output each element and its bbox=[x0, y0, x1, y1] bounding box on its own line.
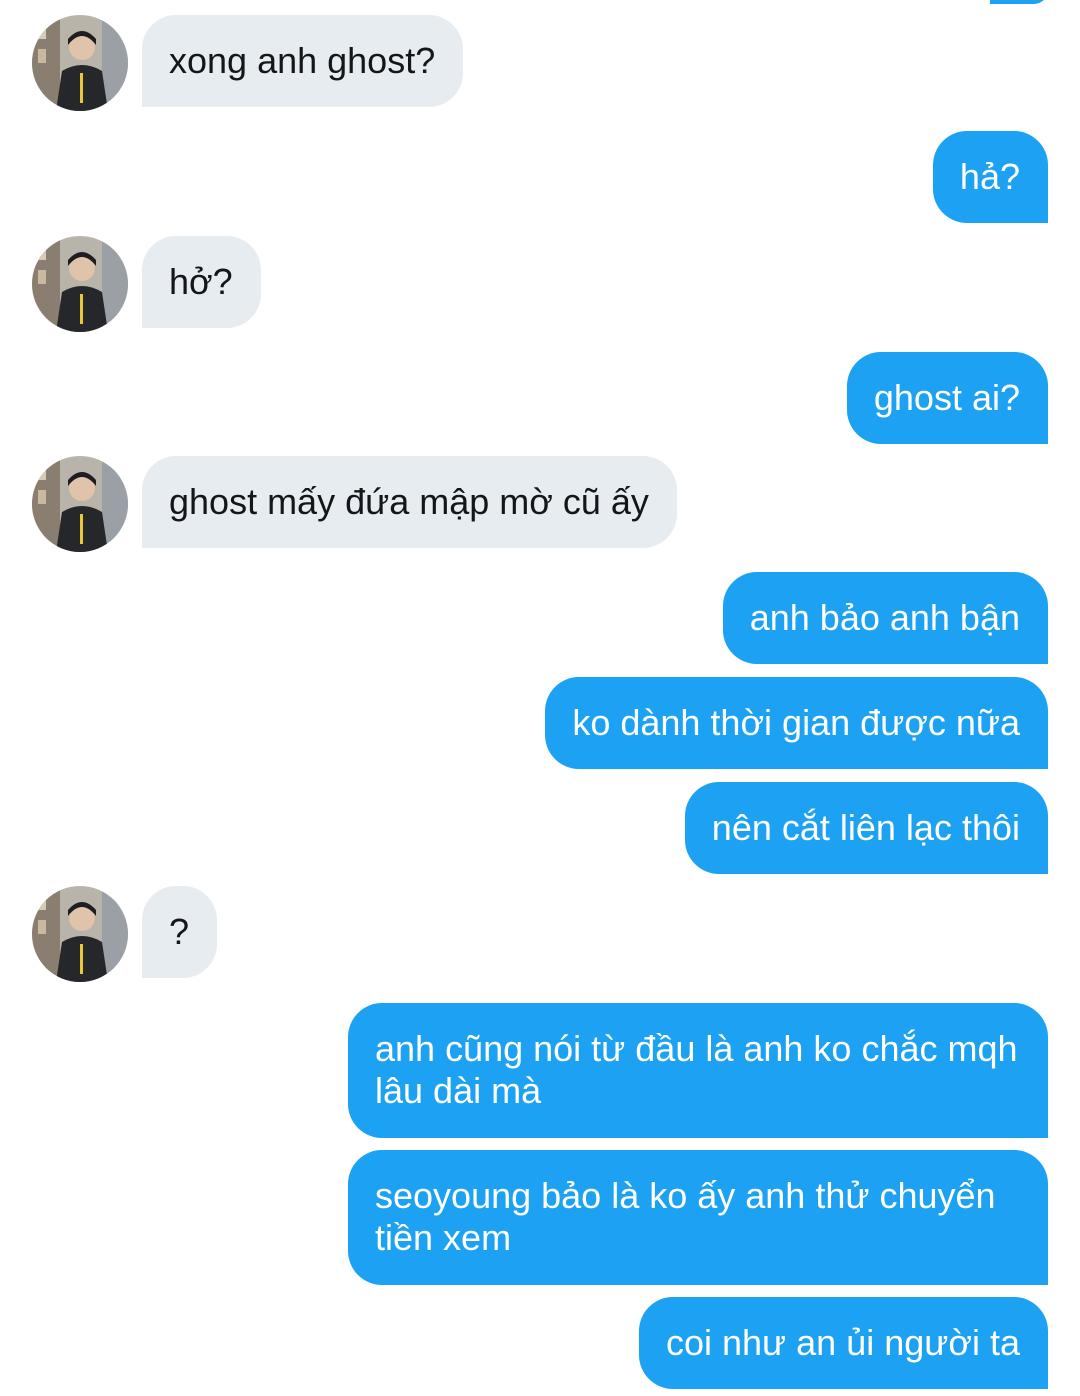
contact-avatar[interactable] bbox=[32, 456, 128, 552]
outgoing-message[interactable]: anh cũng nói từ đầu là anh ko chắc mqh l… bbox=[348, 1003, 1048, 1138]
contact-avatar[interactable] bbox=[32, 236, 128, 332]
incoming-message[interactable]: ? bbox=[142, 886, 218, 978]
outgoing-message[interactable]: hả? bbox=[932, 131, 1048, 223]
outgoing-message[interactable]: coi như an ủi người ta bbox=[638, 1297, 1048, 1389]
outgoing-message[interactable]: ghost ai? bbox=[846, 352, 1048, 444]
outgoing-message[interactable]: seoyoung bảo là ko ấy anh thử chuyển tiề… bbox=[348, 1150, 1048, 1285]
incoming-message[interactable]: xong anh ghost? bbox=[142, 15, 464, 107]
avatar-photo-icon bbox=[32, 456, 128, 552]
outgoing-message[interactable]: nên cắt liên lạc thôi bbox=[684, 782, 1048, 874]
avatar-photo-icon bbox=[32, 15, 128, 111]
incoming-message[interactable]: hở? bbox=[142, 236, 261, 328]
incoming-message[interactable]: ghost mấy đứa mập mờ cũ ấy bbox=[142, 456, 677, 548]
outgoing-message[interactable]: ko dành thời gian được nữa bbox=[545, 677, 1048, 769]
previous-message-bubble-edge bbox=[990, 0, 1048, 4]
contact-avatar[interactable] bbox=[32, 886, 128, 982]
avatar-photo-icon bbox=[32, 236, 128, 332]
avatar-photo-icon bbox=[32, 886, 128, 982]
contact-avatar[interactable] bbox=[32, 15, 128, 111]
outgoing-message[interactable]: anh bảo anh bận bbox=[722, 572, 1048, 664]
